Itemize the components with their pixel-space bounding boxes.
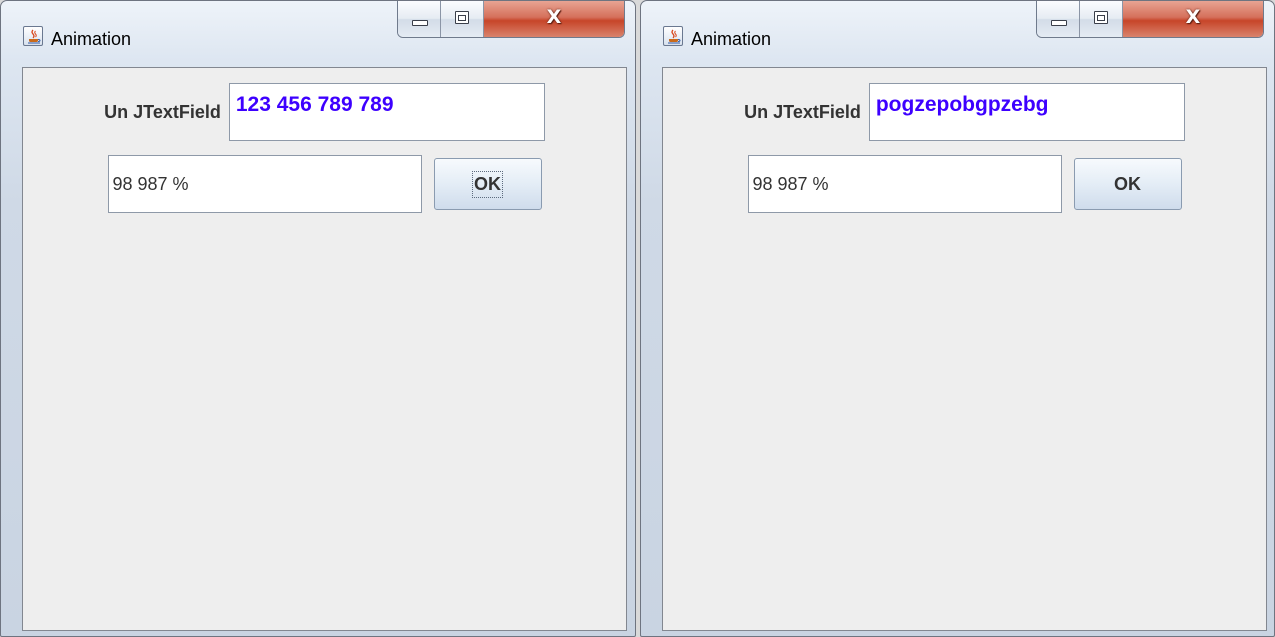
text-field-row: Un JTextField xyxy=(663,81,1266,143)
ok-button-label: OK xyxy=(472,170,503,198)
content-panel: Un JTextField OK xyxy=(22,67,627,631)
java-coffee-icon[interactable] xyxy=(663,26,683,46)
animation-window-2: Animation X Un JTextField OK xyxy=(640,0,1275,637)
minimize-button[interactable] xyxy=(398,1,441,37)
minimize-icon xyxy=(412,20,428,26)
text-field-input[interactable] xyxy=(868,83,1185,141)
percent-field-input[interactable] xyxy=(747,155,1062,213)
minimize-icon xyxy=(1051,20,1067,26)
caption-buttons: X xyxy=(397,1,625,38)
text-field-label: Un JTextField xyxy=(744,101,861,122)
ok-button[interactable]: OK xyxy=(433,158,542,210)
ok-button[interactable]: OK xyxy=(1073,158,1182,210)
content-panel: Un JTextField OK xyxy=(662,67,1267,631)
maximize-button[interactable] xyxy=(441,1,484,37)
text-field-row: Un JTextField xyxy=(23,81,626,143)
percent-field-input[interactable] xyxy=(107,155,422,213)
formatted-field-row: OK xyxy=(663,155,1266,213)
maximize-button[interactable] xyxy=(1080,1,1123,37)
close-icon: X xyxy=(1185,6,1201,28)
java-coffee-icon[interactable] xyxy=(23,26,43,46)
caption-buttons: X xyxy=(1036,1,1264,38)
maximize-icon xyxy=(455,11,469,24)
text-field-label: Un JTextField xyxy=(104,101,221,122)
text-field-input[interactable] xyxy=(228,83,545,141)
window-title: Animation xyxy=(691,29,772,49)
close-button[interactable]: X xyxy=(484,1,624,37)
title-bar[interactable]: Animation X xyxy=(1,1,635,61)
minimize-button[interactable] xyxy=(1037,1,1080,37)
close-button[interactable]: X xyxy=(1123,1,1263,37)
formatted-field-row: OK xyxy=(23,155,626,213)
animation-window-1: Animation X Un JTextField OK xyxy=(0,0,636,637)
close-icon: X xyxy=(546,6,562,28)
maximize-icon xyxy=(1094,11,1108,24)
ok-button-label: OK xyxy=(1114,173,1141,194)
window-title: Animation xyxy=(51,29,132,49)
title-bar[interactable]: Animation X xyxy=(641,1,1274,61)
